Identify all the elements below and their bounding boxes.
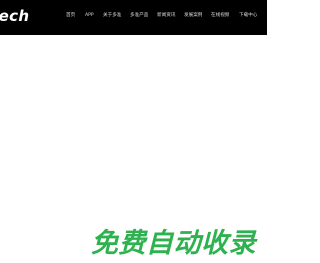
nav-item-about[interactable]: 关于多准 — [103, 13, 121, 19]
hero-headline: 免费自动收录 — [85, 228, 267, 263]
nav-item-app[interactable]: APP — [85, 13, 94, 19]
nav-item-home[interactable]: 首页 — [66, 13, 75, 19]
nav-item-products[interactable]: 多准产品 — [130, 13, 148, 19]
nav-item-cases[interactable]: 发展案例 — [184, 13, 202, 19]
logo-text: tech — [0, 9, 30, 25]
site-logo[interactable]: tech — [0, 9, 50, 25]
top-navbar: tech 首页 APP 关于多准 多准产品 新闻资讯 发展案例 在线视频 下载中… — [0, 0, 267, 35]
nav-item-download[interactable]: 下载中心 — [239, 13, 257, 19]
hero-headline-text: 免费自动收录 — [91, 228, 256, 259]
nav-item-video[interactable]: 在线视频 — [211, 13, 229, 19]
nav-item-news[interactable]: 新闻资讯 — [157, 13, 175, 19]
